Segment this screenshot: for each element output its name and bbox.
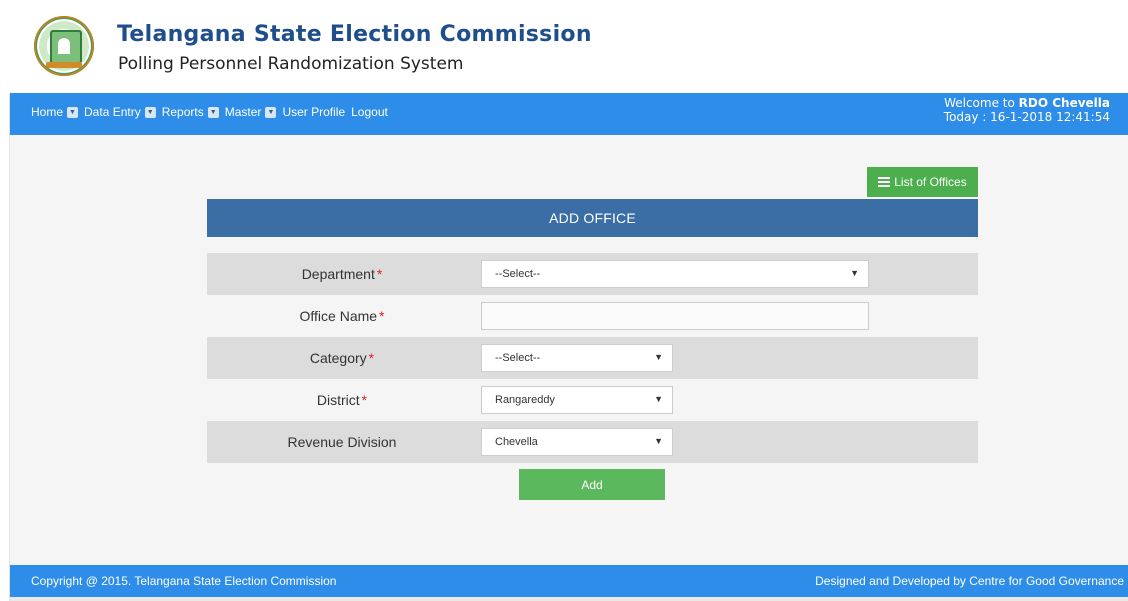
- site-footer: Copyright @ 2015. Telangana State Electi…: [10, 565, 1128, 597]
- required-marker: *: [379, 308, 385, 324]
- nav-item-label: Data Entry: [84, 105, 141, 119]
- nav-item-master[interactable]: Master ▼: [225, 105, 277, 119]
- site-title: Telangana State Election Commission: [117, 22, 592, 47]
- department-select-value: --Select--: [495, 268, 541, 280]
- logo-ribbon: [46, 62, 82, 68]
- revenue-division-select-value: Chevella: [495, 436, 538, 448]
- main-content: List of Offices ADD OFFICE Department * …: [10, 135, 1128, 565]
- form-row-district: District * Rangareddy ▼: [207, 379, 978, 421]
- bottom-strip: [10, 597, 1128, 601]
- category-select-value: --Select--: [495, 352, 541, 364]
- department-select[interactable]: --Select-- ▼: [481, 260, 869, 288]
- logo-arch: [58, 38, 70, 54]
- nav-item-user-profile[interactable]: User Profile: [282, 105, 345, 119]
- footer-credit: Designed and Developed by Centre for Goo…: [815, 574, 1124, 588]
- district-select-value: Rangareddy: [495, 394, 555, 406]
- site-header: Telangana State Election Commission Poll…: [0, 0, 1128, 93]
- nav-item-label: User Profile: [282, 105, 346, 119]
- district-select[interactable]: Rangareddy ▼: [481, 386, 673, 414]
- required-marker: *: [376, 266, 383, 282]
- office-name-input[interactable]: [481, 302, 869, 330]
- footer-copyright: Copyright @ 2015. Telangana State Electi…: [31, 574, 337, 588]
- district-label: District *: [207, 379, 477, 421]
- form-row-revenue-division: Revenue Division Chevella ▼: [207, 421, 978, 463]
- form-row-office-name: Office Name *: [207, 295, 978, 337]
- office-name-label: Office Name *: [207, 295, 477, 337]
- chevron-down-icon: ▼: [265, 106, 277, 118]
- welcome-line: Welcome to RDO Chevella: [944, 96, 1110, 110]
- list-icon: [878, 175, 891, 189]
- category-label-text: Category: [309, 350, 367, 366]
- chevron-down-icon: ▼: [850, 268, 859, 278]
- nav-item-data-entry[interactable]: Data Entry ▼: [84, 105, 156, 119]
- department-label: Department *: [207, 253, 477, 295]
- nav-item-label: Master: [224, 105, 262, 119]
- list-of-offices-button[interactable]: List of Offices: [867, 167, 978, 197]
- list-of-offices-label: List of Offices: [894, 175, 967, 189]
- revenue-division-select[interactable]: Chevella ▼: [481, 428, 673, 456]
- add-button[interactable]: Add: [519, 469, 665, 500]
- add-office-heading: ADD OFFICE: [207, 199, 978, 237]
- chevron-down-icon: ▼: [654, 436, 663, 446]
- nav-item-label: Reports: [161, 105, 204, 119]
- nav-item-label: Logout: [351, 105, 388, 119]
- district-label-text: District: [316, 392, 360, 408]
- required-marker: *: [368, 350, 375, 366]
- today-datetime: Today : 16-1-2018 12:41:54: [943, 110, 1110, 124]
- welcome-user: RDO Chevella: [1018, 96, 1110, 110]
- welcome-prefix: Welcome to: [944, 96, 1019, 110]
- nav-item-logout[interactable]: Logout: [351, 105, 388, 119]
- revenue-division-label-text: Revenue Division: [287, 434, 397, 450]
- welcome-info: Welcome to RDO Chevella Today : 16-1-201…: [944, 96, 1110, 124]
- nav-item-label: Home: [31, 105, 64, 119]
- main-navbar: Home ▼ Data Entry ▼ Reports ▼ Master ▼ U…: [10, 93, 1128, 135]
- required-marker: *: [361, 392, 368, 408]
- chevron-down-icon: ▼: [654, 394, 663, 404]
- chevron-down-icon: ▼: [67, 106, 79, 118]
- commission-logo: [34, 16, 94, 76]
- chevron-down-icon: ▼: [654, 352, 663, 362]
- form-row-category: Category * --Select-- ▼: [207, 337, 978, 379]
- nav-menu: Home ▼ Data Entry ▼ Reports ▼ Master ▼ U…: [31, 105, 394, 119]
- category-label: Category *: [207, 337, 477, 379]
- form-row-department: Department * --Select-- ▼: [207, 253, 978, 295]
- nav-item-reports[interactable]: Reports ▼: [162, 105, 219, 119]
- chevron-down-icon: ▼: [207, 106, 219, 118]
- nav-item-home[interactable]: Home ▼: [31, 105, 79, 119]
- revenue-division-label: Revenue Division: [207, 421, 477, 463]
- chevron-down-icon: ▼: [144, 106, 156, 118]
- office-name-label-text: Office Name: [299, 308, 378, 324]
- site-subtitle: Polling Personnel Randomization System: [118, 54, 464, 74]
- category-select[interactable]: --Select-- ▼: [481, 344, 673, 372]
- add-office-form: Department * --Select-- ▼ Office Name * C…: [207, 253, 978, 463]
- department-label-text: Department: [301, 266, 375, 282]
